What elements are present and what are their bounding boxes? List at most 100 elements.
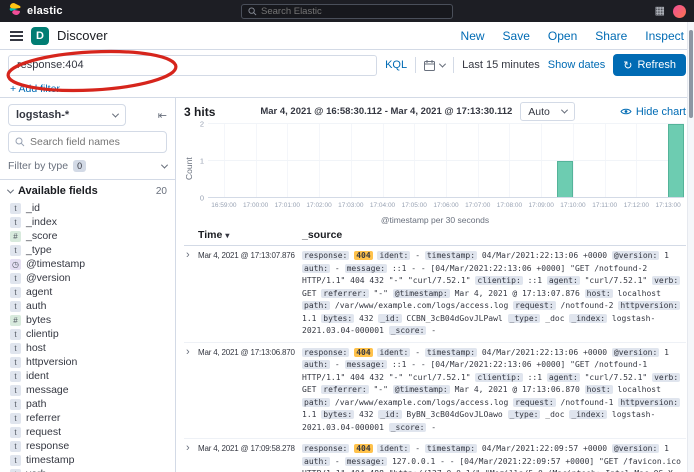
show-dates-button[interactable]: Show dates — [548, 59, 605, 71]
y-tick-label: 1 — [200, 157, 204, 166]
source-value: CCBN_3cB04dGovJLPawl — [406, 314, 502, 323]
gridline — [636, 124, 637, 197]
field-type-icon: t — [10, 371, 21, 382]
source-field-name: @version: — [612, 444, 659, 453]
field-type-icon: ◷ — [10, 259, 21, 270]
source-value: localhost — [618, 385, 661, 394]
source-field-name: host: — [585, 289, 613, 298]
global-search-input[interactable] — [261, 6, 446, 17]
interval-value: Auto — [528, 106, 550, 118]
add-filter-button[interactable]: + Add filter — [10, 83, 60, 95]
source-value: ByBN_3cB04dGovJLOawo — [406, 410, 502, 419]
expand-doc-icon[interactable]: › — [184, 443, 198, 454]
menu-item-save[interactable]: Save — [503, 29, 530, 43]
filter-by-type-button[interactable]: Filter by type 0 — [8, 158, 167, 174]
source-value: /var/www/example.com/logs/access.log — [335, 398, 508, 407]
field-item-auth[interactable]: tauth — [8, 299, 167, 313]
source-value: - — [415, 444, 420, 453]
field-item-clientip[interactable]: tclientip — [8, 327, 167, 341]
menu-item-inspect[interactable]: Inspect — [645, 29, 684, 43]
scrollbar[interactable] — [687, 22, 694, 472]
field-item-_id[interactable]: t_id — [8, 201, 167, 215]
user-avatar[interactable] — [673, 5, 686, 18]
menu-item-open[interactable]: Open — [548, 29, 577, 43]
field-type-icon: t — [10, 343, 21, 354]
time-range-label[interactable]: Last 15 minutes — [462, 59, 540, 71]
column-header-source[interactable]: _source — [302, 229, 686, 241]
field-item-agent[interactable]: tagent — [8, 285, 167, 299]
scrollbar-thumb[interactable] — [689, 30, 693, 118]
source-field-name: verb: — [652, 373, 680, 382]
histogram-chart: Count 012 16:59:0017:00:0017:01:0017:02:… — [184, 122, 686, 226]
expand-doc-icon[interactable]: › — [184, 347, 198, 358]
source-field-name: timestamp: — [425, 348, 477, 357]
field-item-response[interactable]: tresponse — [8, 439, 167, 453]
expand-doc-icon[interactable]: › — [184, 250, 198, 261]
query-input[interactable] — [8, 55, 377, 76]
field-item-host[interactable]: thost — [8, 341, 167, 355]
apps-icon[interactable]: ▦ — [655, 6, 665, 17]
query-language-button[interactable]: KQL — [385, 59, 407, 71]
sort-desc-icon: ▾ — [225, 231, 229, 240]
histogram-bar[interactable] — [668, 124, 684, 197]
histogram-bar[interactable] — [557, 161, 573, 198]
field-item-referrer[interactable]: treferrer — [8, 411, 167, 425]
filter-by-type-label: Filter by type — [8, 160, 68, 172]
source-value: _doc — [545, 410, 564, 419]
field-name: agent — [26, 286, 52, 298]
source-value: Mar 4, 2021 @ 17:13:06.870 — [455, 385, 580, 394]
field-search[interactable] — [8, 131, 167, 153]
date-picker-button[interactable] — [424, 60, 445, 71]
source-field-name: _id: — [378, 410, 401, 419]
field-item-_score[interactable]: #_score — [8, 229, 167, 243]
field-item-ident[interactable]: tident — [8, 369, 167, 383]
field-item-_index[interactable]: t_index — [8, 215, 167, 229]
elastic-logo-icon[interactable] — [8, 2, 22, 21]
available-fields-header[interactable]: Available fields 20 — [8, 185, 167, 197]
highlighted-value: 404 — [354, 251, 372, 260]
source-value: localhost — [618, 289, 661, 298]
field-item-message[interactable]: tmessage — [8, 383, 167, 397]
source-value: 04/Mar/2021:22:13:06 +0000 — [482, 348, 607, 357]
field-search-input[interactable] — [30, 136, 160, 148]
source-field-name: clientip: — [475, 276, 522, 285]
column-header-time[interactable]: Time ▾ — [198, 229, 302, 241]
field-name: httpversion — [26, 356, 77, 368]
gridline — [573, 124, 574, 197]
field-item-_type[interactable]: t_type — [8, 243, 167, 257]
table-header: Time ▾ _source — [184, 226, 686, 246]
field-item-@timestamp[interactable]: ◷@timestamp — [8, 257, 167, 271]
search-icon — [248, 7, 257, 16]
menu-icon[interactable] — [10, 31, 23, 41]
source-value: 04/Mar/2021:22:13:06 +0000 — [482, 251, 607, 260]
refresh-button[interactable]: ↻ Refresh — [613, 54, 686, 76]
source-field-name: path: — [302, 301, 330, 310]
source-value: 432 — [359, 410, 373, 419]
index-pattern-label: logstash-* — [16, 109, 69, 121]
interval-select[interactable]: Auto — [520, 102, 575, 121]
gridline — [319, 124, 320, 197]
field-item-@version[interactable]: t@version — [8, 271, 167, 285]
hide-chart-button[interactable]: Hide chart — [620, 106, 686, 118]
source-field-name: referrer: — [321, 289, 368, 298]
field-item-verb[interactable]: tverb — [8, 467, 167, 472]
global-search[interactable] — [241, 4, 453, 19]
doc-source: response: 404 ident: - timestamp: 04/Mar… — [302, 443, 686, 472]
field-item-path[interactable]: tpath — [8, 397, 167, 411]
source-field-name: agent: — [547, 373, 580, 382]
field-item-request[interactable]: trequest — [8, 425, 167, 439]
field-item-bytes[interactable]: #bytes — [8, 313, 167, 327]
discover-app-badge: D — [31, 27, 49, 45]
chevron-down-icon — [161, 161, 168, 168]
menu-item-new[interactable]: New — [461, 29, 485, 43]
field-item-timestamp[interactable]: ttimestamp — [8, 453, 167, 467]
collapse-sidebar-icon[interactable]: ⇤ — [158, 109, 167, 122]
source-field-name: _index: — [569, 410, 607, 419]
source-field-name: @version: — [612, 348, 659, 357]
index-pattern-selector[interactable]: logstash-* — [8, 104, 126, 126]
x-tick-label: 17:01:00 — [275, 202, 300, 209]
gridline — [208, 160, 684, 161]
source-value: Mar 4, 2021 @ 17:13:07.876 — [455, 289, 580, 298]
field-item-httpversion[interactable]: thttpversion — [8, 355, 167, 369]
menu-item-share[interactable]: Share — [595, 29, 627, 43]
